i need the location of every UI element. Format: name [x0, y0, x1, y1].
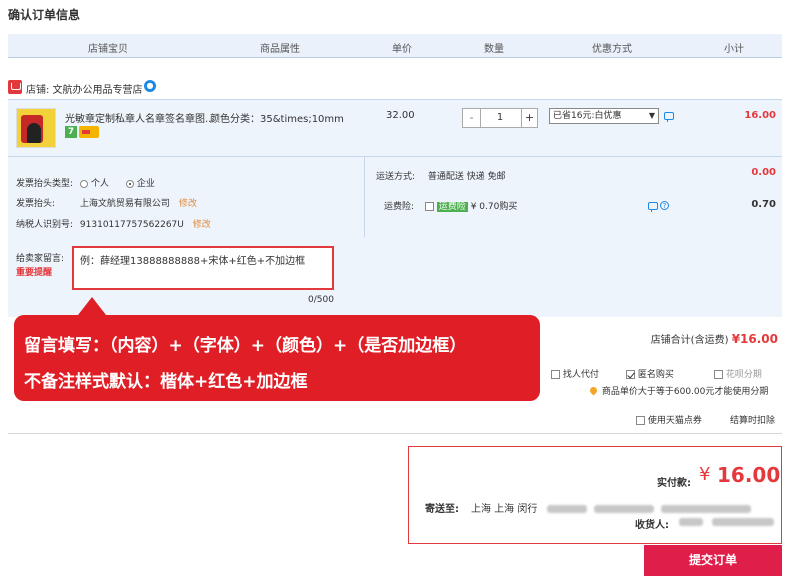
order-summary-box: 实付款: ¥ 16.00 寄送至: 上海 上海 闵行 收货人:: [408, 446, 782, 544]
redacted-receiver-phone: [712, 518, 775, 526]
installment-checkbox[interactable]: [714, 370, 723, 379]
shipping-insurance-row: 运费险: 运费险 ¥ 0.70购买: [384, 199, 517, 212]
shipping-method-value: 普通配送 快递 免邮: [427, 172, 506, 182]
quantity-input[interactable]: 1: [481, 109, 519, 127]
tax-id-edit-link[interactable]: 修改: [193, 220, 211, 230]
invoice-title-value: 上海文航贸易有限公司: [79, 199, 170, 209]
submit-order-button[interactable]: 提交订单: [644, 545, 782, 576]
invoice-title-label: 发票抬头:: [16, 199, 56, 209]
installment-note-text: 商品单价大于等于600.00元才能使用分期: [601, 387, 769, 397]
message-counter: 0/500: [308, 295, 334, 305]
unit-price: 32.00: [386, 110, 415, 121]
invoice-type-row: 发票抬头类型: 个人 企业: [16, 176, 155, 189]
shipping-insurance-text: ¥ 0.70购买: [470, 202, 518, 212]
location-pin-icon: [588, 385, 599, 396]
message-textarea[interactable]: 例：薛经理13888888888+宋体+红色+不加边框: [72, 246, 334, 290]
pay-currency: ¥: [699, 464, 711, 485]
shipping-insurance-price: 0.70: [751, 199, 776, 210]
page-title: 确认订单信息: [8, 8, 81, 22]
ship-to-label: 寄送至:: [425, 504, 459, 515]
col-header-shop-item: 店铺宝贝: [88, 44, 128, 55]
ship-to-address-text: 上海 上海 闵行: [471, 504, 538, 515]
message-label: 给卖家留言:: [16, 254, 65, 264]
receiver-label: 收货人:: [635, 520, 669, 531]
chat-icon[interactable]: [664, 112, 674, 122]
shipping-method-row: 运送方式: 普通配送 快递 免邮: [376, 169, 506, 182]
invoice-type-company-label: 企业: [136, 179, 155, 189]
ship-to-address: 上海 上海 闵行: [471, 500, 751, 515]
col-header-discount: 优惠方式: [592, 44, 632, 55]
invoice-title-row: 发票抬头: 上海文航贸易有限公司 修改: [16, 196, 197, 209]
proxy-pay-option: 找人代付: [551, 367, 599, 380]
message-warning: 重要提醒: [16, 268, 53, 278]
tmall-coupon-checkbox[interactable]: [636, 416, 645, 425]
chevron-down-icon: ▼: [648, 111, 655, 120]
redacted-address: [593, 505, 654, 513]
invoice-type-personal-radio[interactable]: [79, 179, 88, 188]
pay-amount: 16.00: [717, 463, 781, 487]
callout-line-2: 不备注样式默认：楷体+红色+加边框: [24, 372, 308, 392]
section-divider: [8, 433, 782, 434]
shop-badge-icon[interactable]: ●: [144, 80, 156, 92]
callout-line-1: 留言填写：（内容）+（字体）+（颜色）+（是否加边框）: [24, 336, 467, 356]
quantity-decrement-button[interactable]: -: [463, 109, 481, 127]
tax-id-row: 纳税人识别号: 91310117757562267U 修改: [16, 217, 211, 230]
proxy-pay-label: 找人代付: [562, 370, 599, 380]
callout-banner: 留言填写：（内容）+（字体）+（颜色）+（是否加边框） 不备注样式默认：楷体+红…: [14, 297, 540, 401]
product-thumbnail[interactable]: [16, 108, 56, 148]
shipping-insurance-checkbox[interactable]: [424, 202, 434, 211]
col-header-attributes: 商品属性: [260, 44, 300, 55]
tmall-coupon-label: 使用天猫点券: [647, 416, 702, 426]
anonymous-option: 匿名购买: [626, 367, 674, 380]
col-header-quantity: 数量: [484, 44, 504, 55]
invoice-type-label: 发票抬头类型:: [16, 179, 74, 189]
order-item-row: 光敏章定制私章人名章签名章图... 7 颜色分类：35&times;10mm 3…: [8, 99, 782, 157]
quantity-increment-button[interactable]: +: [521, 109, 537, 127]
shop-total: 店铺合计(含运费) ¥16.00: [651, 331, 778, 346]
shipping-insurance-tag: 运费险: [436, 202, 468, 212]
discount-select[interactable]: 已省16元:白优惠 ▼: [549, 108, 659, 124]
anonymous-label: 匿名购买: [637, 370, 674, 380]
redacted-address: [546, 505, 587, 513]
tax-id-value: 91310117757562267U: [79, 220, 184, 230]
col-header-price: 单价: [392, 44, 412, 55]
pay-amount-label: 实付款:: [657, 478, 691, 489]
chat-icon[interactable]: [648, 202, 658, 212]
installment-note: 商品单价大于等于600.00元才能使用分期: [588, 384, 769, 397]
redacted-receiver-name: [679, 518, 703, 526]
discount-select-value: 已省16元:白优惠: [553, 111, 622, 121]
shipping-insurance-label: 运费险:: [384, 202, 415, 212]
message-textarea-text: 例：薛经理13888888888+宋体+红色+不加边框: [80, 256, 306, 267]
shop-icon: [8, 80, 22, 94]
product-name-link[interactable]: 光敏章定制私章人名章签名章图...: [65, 110, 215, 125]
options-divider: [364, 157, 365, 237]
quantity-stepper: - 1 +: [462, 108, 538, 128]
product-attribute: 颜色分类：35&times;10mm: [210, 114, 344, 125]
help-icon[interactable]: ?: [660, 201, 669, 210]
item-subtotal: 16.00: [744, 110, 776, 121]
card-payment-icon: [79, 126, 99, 138]
proxy-pay-checkbox[interactable]: [551, 370, 560, 379]
installment-option: 花呗分期: [714, 367, 762, 380]
shop-total-label: 店铺合计(含运费): [650, 335, 729, 346]
order-options-block: 发票抬头类型: 个人 企业 发票抬头: 上海文航贸易有限公司 修改 纳税人识别号…: [8, 157, 782, 317]
receiver-value: [679, 517, 775, 528]
shipping-method-label: 运送方式:: [376, 172, 416, 182]
anonymous-checkbox[interactable]: [626, 370, 635, 379]
shop-total-value: ¥16.00: [731, 332, 778, 346]
shipping-price: 0.00: [751, 167, 776, 178]
invoice-type-company-radio[interactable]: [125, 179, 134, 188]
tmall-coupon-option: 使用天猫点券: [636, 413, 702, 426]
invoice-type-personal-label: 个人: [90, 179, 109, 189]
stamp-black-shape: [27, 123, 41, 143]
table-header: 店铺宝贝 商品属性 单价 数量 优惠方式 小计: [8, 34, 782, 58]
shop-name[interactable]: 店铺: 文航办公用品专营店: [26, 81, 143, 96]
col-header-subtotal: 小计: [724, 44, 744, 55]
invoice-title-edit-link[interactable]: 修改: [179, 199, 197, 209]
redacted-address: [660, 505, 751, 513]
tax-id-label: 纳税人识别号:: [16, 220, 74, 230]
installment-label: 花呗分期: [725, 370, 762, 380]
settle-deduct-text: 结算时扣除: [730, 416, 776, 426]
seven-day-return-icon: 7: [65, 126, 77, 138]
